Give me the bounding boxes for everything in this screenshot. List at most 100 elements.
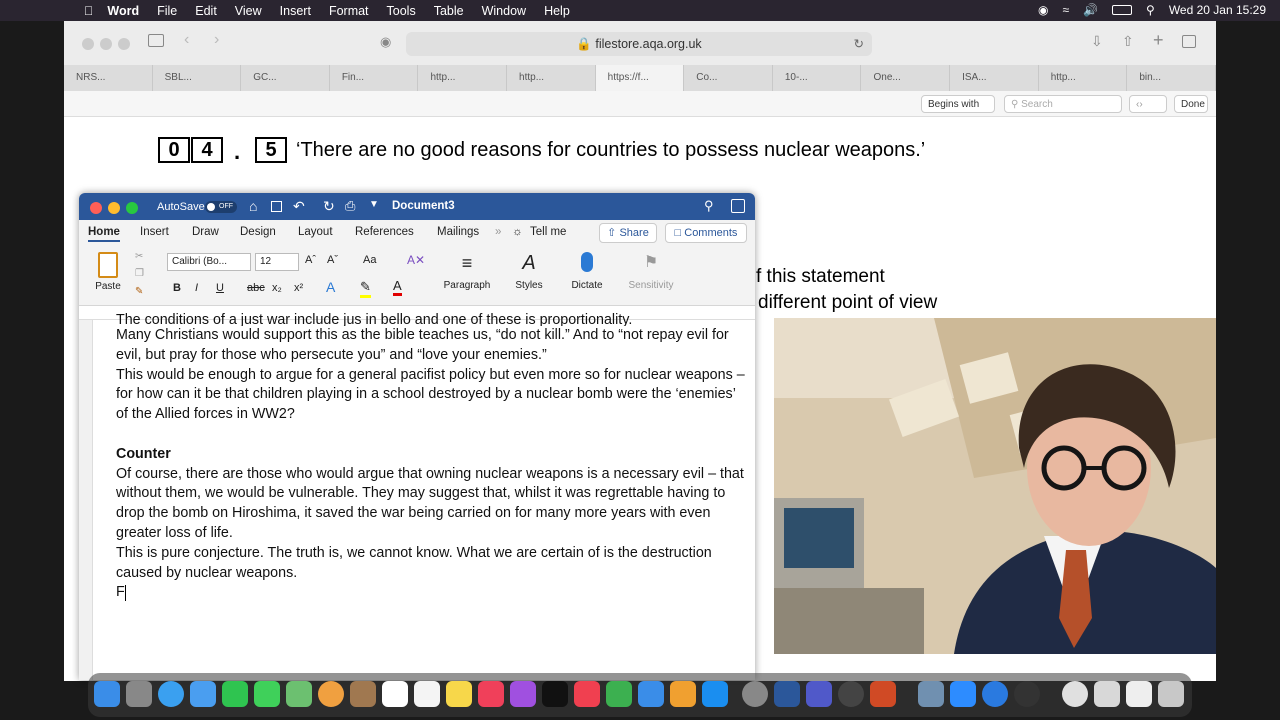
copy-icon[interactable]: ❐ [135,268,144,279]
menu-edit[interactable]: Edit [195,4,217,18]
zoom-button[interactable] [126,202,138,214]
notes-icon[interactable] [446,681,472,707]
privacy-shield-icon[interactable]: ◉ [380,34,391,50]
screen-recorder-icon[interactable] [982,681,1008,707]
volume-icon[interactable]: 🔊 [1083,3,1098,17]
share-button[interactable]: ⇧ Share [599,223,657,243]
tab[interactable]: GC... [241,65,330,91]
minimize-button[interactable] [108,202,120,214]
finder-icon[interactable] [94,681,120,707]
tab-overview-icon[interactable] [1182,35,1196,48]
dictate-button[interactable]: Dictate [567,252,607,291]
tab-draw[interactable]: Draw [192,226,219,238]
chrome-icon[interactable] [1062,681,1088,707]
superscript-button[interactable]: x² [294,282,303,294]
pages-icon[interactable] [670,681,696,707]
find-mode-select[interactable]: Begins with [921,95,995,113]
close-button[interactable] [90,202,102,214]
preview-icon[interactable] [918,681,944,707]
menu-format[interactable]: Format [329,4,369,18]
photos-icon[interactable] [318,681,344,707]
shrink-font-icon[interactable]: Aˇ [327,254,338,266]
powerpoint-icon[interactable] [870,681,896,707]
menu-tools[interactable]: Tools [387,4,416,18]
record-icon[interactable]: ◉ [1038,3,1048,17]
tab[interactable]: One... [861,65,951,91]
system-preferences-icon[interactable] [742,681,768,707]
font-color-icon[interactable]: A [393,278,402,296]
launchpad-icon[interactable] [126,681,152,707]
change-case-icon[interactable]: Aa [363,254,376,266]
reminders-icon[interactable] [414,681,440,707]
battery-icon[interactable] [1112,5,1133,15]
tab[interactable]: bin... [1127,65,1216,91]
cut-icon[interactable]: ✂ [135,251,143,262]
find-done-button[interactable]: Done [1174,95,1208,113]
sidebar-icon[interactable] [148,34,164,47]
numbers-icon[interactable] [606,681,632,707]
reload-icon[interactable]: ↻ [854,32,864,56]
tab[interactable]: Fin... [330,65,419,91]
tv-icon[interactable] [542,681,568,707]
autosave-toggle[interactable]: OFF [205,201,237,213]
tab[interactable]: ISA... [950,65,1039,91]
trash-icon[interactable] [1158,681,1184,707]
tab-insert[interactable]: Insert [140,226,169,238]
tab-references[interactable]: References [355,226,414,238]
grow-font-icon[interactable]: Aˆ [305,254,316,266]
menu-help[interactable]: Help [544,4,570,18]
sensitivity-button[interactable]: ⚑ Sensitivity [623,252,679,291]
font-size-select[interactable]: 12 [255,253,299,271]
safari-icon[interactable] [158,681,184,707]
more-tabs-icon[interactable]: » [495,226,501,238]
tab[interactable]: Co... [684,65,773,91]
menu-table[interactable]: Table [434,4,464,18]
find-prev-next[interactable]: ‹› [1129,95,1167,113]
tab[interactable]: http... [1039,65,1128,91]
tell-me-input[interactable]: Tell me [530,226,566,238]
menu-insert[interactable]: Insert [280,4,311,18]
document-body[interactable]: The conditions of a just war include jus… [116,312,746,603]
forward-icon[interactable]: › [214,31,219,49]
tab[interactable]: SBL... [153,65,242,91]
facetime-icon[interactable] [222,681,248,707]
folder-icon[interactable] [1094,681,1120,707]
strikethrough-button[interactable]: abc [247,282,265,294]
vertical-ruler[interactable] [79,320,93,680]
font-name-select[interactable]: Calibri (Bo... [167,253,251,271]
window-icon[interactable] [1126,681,1152,707]
paste-button[interactable]: Paste [91,252,125,292]
zoom-button[interactable] [118,38,130,50]
tab[interactable]: http... [418,65,508,91]
home-icon[interactable]: ⌂ [249,198,257,214]
minimize-button[interactable] [100,38,112,50]
back-icon[interactable]: ‹ [184,31,189,49]
teams-icon[interactable] [806,681,832,707]
bold-button[interactable]: B [173,282,181,294]
customize-icon[interactable]: ▼ [369,199,379,210]
wifi-icon[interactable]: ≈ [1062,3,1069,17]
undo-icon[interactable]: ↶ [293,198,305,215]
menu-view[interactable]: View [235,4,262,18]
menu-window[interactable]: Window [482,4,526,18]
download-icon[interactable]: ⇩ [1091,33,1103,50]
search-icon[interactable]: ⚲ [1146,3,1155,17]
keynote-icon[interactable] [638,681,664,707]
mail-icon[interactable] [190,681,216,707]
clear-formatting-icon[interactable]: A✕ [407,253,425,267]
zoom-icon[interactable] [950,681,976,707]
apple-icon[interactable]:  [84,4,93,18]
news-icon[interactable] [574,681,600,707]
url-bar[interactable]: 🔒 filestore.aqa.org.uk ↻ [406,32,872,56]
underline-button[interactable]: U [216,282,224,294]
tab[interactable]: http... [507,65,596,91]
highlight-icon[interactable]: ✎ [360,279,371,298]
tab[interactable]: 10-... [773,65,862,91]
share-icon[interactable]: ⇧ [1122,33,1134,50]
tab[interactable]: NRS... [64,65,153,91]
text-effects-icon[interactable]: A [326,279,335,295]
tab-home[interactable]: Home [88,226,120,242]
photo-booth-icon[interactable] [838,681,864,707]
search-icon[interactable]: ⚲ [704,198,714,214]
subscript-button[interactable]: x₂ [272,282,282,294]
